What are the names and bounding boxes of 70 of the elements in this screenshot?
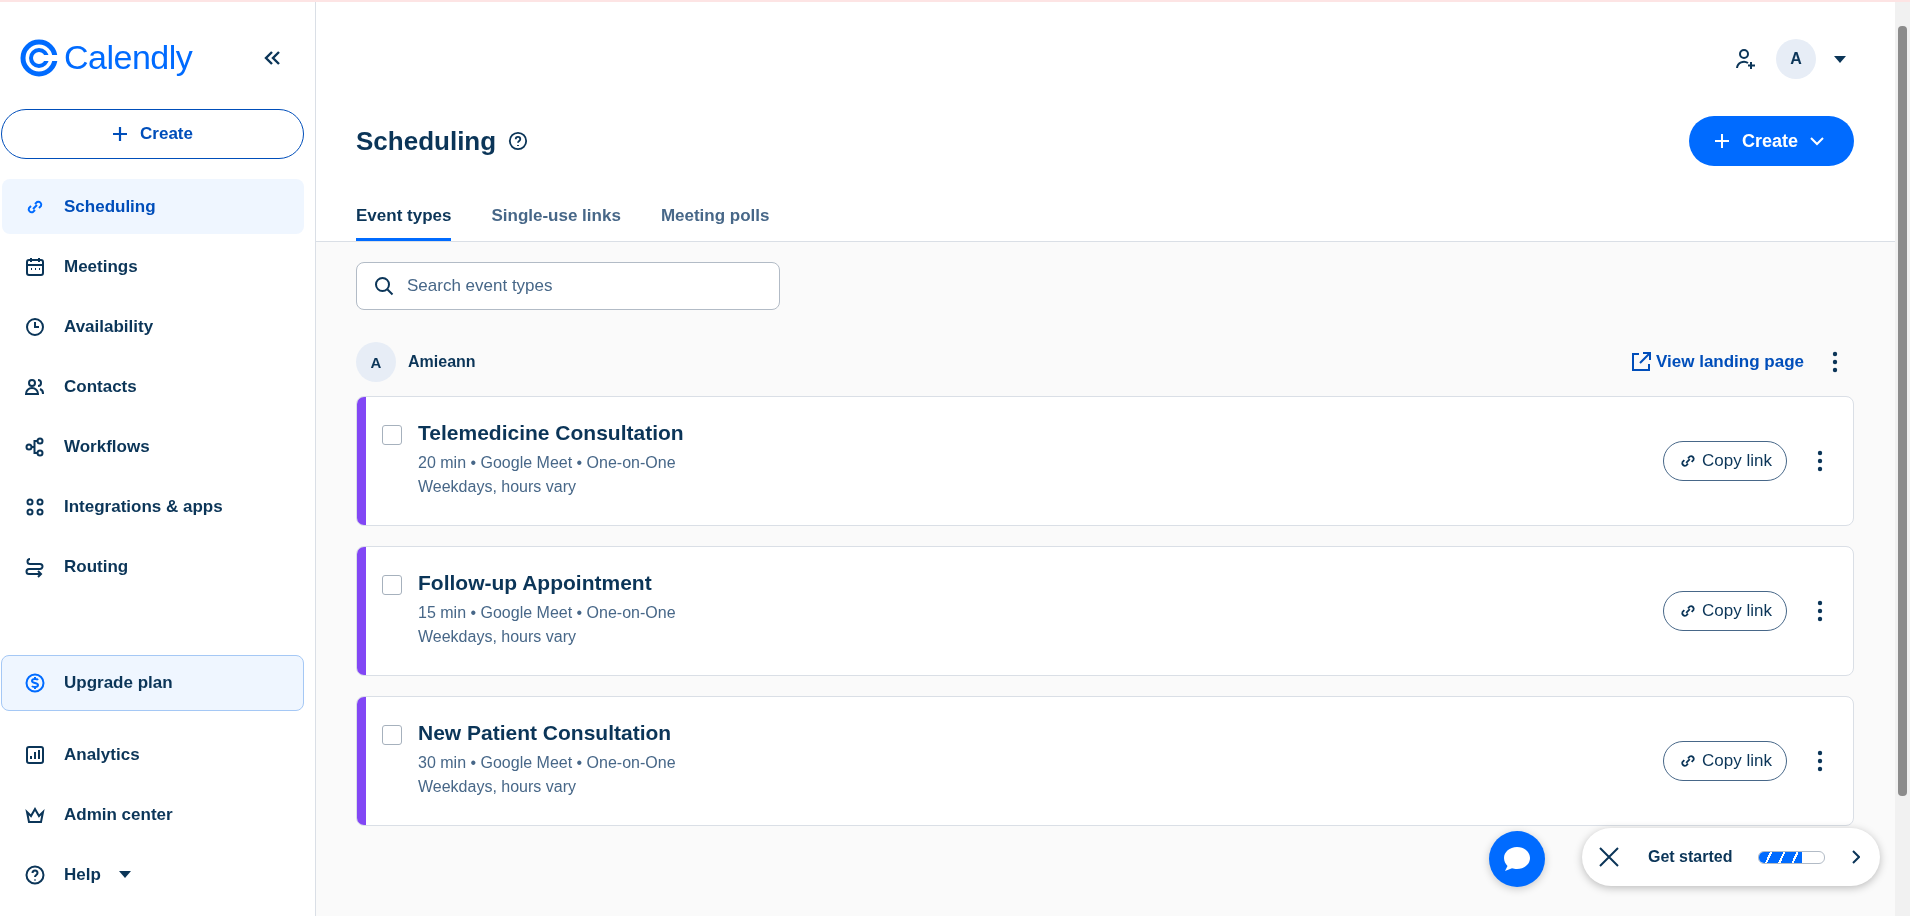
page-title: Scheduling — [356, 125, 497, 157]
nav-item[interactable]: Contacts — [2, 359, 304, 414]
more-icon[interactable] — [1817, 450, 1823, 472]
nav-item[interactable]: Analytics — [2, 727, 304, 782]
event-details: 20 min • Google Meet • One-on-One — [418, 454, 677, 472]
calendar-icon — [24, 255, 46, 278]
nav-item[interactable]: Availability — [2, 299, 304, 354]
help-icon — [24, 863, 46, 886]
close-icon[interactable] — [1598, 846, 1620, 868]
upgrade-button[interactable]: Upgrade plan — [1, 655, 304, 711]
event-type-card[interactable]: Telemedicine Consultation 20 min • Google Meet • One-on-One Weekdays, hours vary Copy link — [356, 396, 1854, 526]
tab[interactable]: Single-use links — [491, 200, 621, 241]
external-link-icon — [1630, 351, 1652, 373]
checkbox[interactable] — [382, 575, 402, 595]
chart-icon — [24, 743, 46, 766]
clock-icon — [24, 315, 46, 338]
checkbox[interactable] — [382, 725, 402, 745]
copy-link-button[interactable]: Copy link — [1663, 591, 1787, 631]
copy-link-button[interactable]: Copy link — [1663, 741, 1787, 781]
avatar[interactable]: A — [1776, 39, 1816, 79]
event-details: 15 min • Google Meet • One-on-One — [418, 604, 677, 622]
event-availability: Weekdays, hours vary — [418, 628, 577, 646]
nav-item[interactable]: Integrations & apps — [2, 479, 304, 534]
tab[interactable]: Meeting polls — [660, 200, 770, 241]
search-icon — [374, 276, 394, 296]
event-availability: Weekdays, hours vary — [418, 778, 577, 796]
nav-item[interactable]: Routing — [2, 539, 304, 594]
logo-text[interactable]: Calendly — [64, 38, 193, 77]
nav-item[interactable]: Workflows — [2, 419, 304, 474]
caret-icon — [118, 871, 131, 878]
event-availability: Weekdays, hours vary — [418, 478, 577, 496]
nav-item[interactable]: Admin center — [2, 787, 304, 842]
event-type-card[interactable]: Follow-up Appointment 15 min • Google Meet • One-on-One Weekdays, hours vary Copy link — [356, 546, 1854, 676]
event-title[interactable]: Telemedicine Consultation — [418, 421, 1648, 445]
create-button[interactable]: Create — [1688, 116, 1854, 166]
more-icon[interactable] — [1832, 351, 1838, 373]
view-landing-page-link[interactable]: View landing page — [1630, 351, 1804, 373]
tab[interactable]: Event types — [356, 200, 452, 241]
collapse-icon[interactable] — [263, 49, 281, 66]
event-type-card[interactable]: New Patient Consultation 30 min • Google Meet • One-on-One Weekdays, hours vary Copy link — [356, 696, 1854, 826]
copy-link-button[interactable]: Copy link — [1663, 441, 1787, 481]
chevron-icon[interactable] — [1852, 850, 1860, 864]
help-menu[interactable]: Help — [2, 847, 304, 902]
more-icon[interactable] — [1817, 600, 1823, 622]
search-field[interactable]: Search event types — [356, 262, 780, 310]
logo-icon — [20, 38, 58, 77]
help-icon[interactable] — [508, 131, 529, 151]
speech-bubble-icon — [1502, 845, 1532, 873]
scrollbar[interactable] — [1895, 2, 1910, 916]
create-button[interactable]: Create — [1, 109, 304, 159]
dollar-icon — [24, 672, 46, 694]
caret-icon[interactable] — [1834, 55, 1846, 63]
avatar: A — [356, 342, 396, 382]
checkbox[interactable] — [382, 425, 402, 445]
more-icon[interactable] — [1817, 750, 1823, 772]
add-person-icon[interactable] — [1734, 47, 1758, 71]
nav-item[interactable]: Scheduling — [2, 179, 304, 234]
get-started-label[interactable]: Get started — [1648, 848, 1733, 866]
route-icon — [24, 555, 46, 578]
nodes-icon — [24, 435, 46, 458]
event-details: 30 min • Google Meet • One-on-One — [418, 754, 677, 772]
owner-name: Amieann — [408, 353, 476, 371]
chevron-down-icon — [1810, 136, 1824, 146]
event-title[interactable]: New Patient Consultation — [418, 721, 1648, 745]
nav-item[interactable]: Meetings — [2, 239, 304, 294]
plus-icon — [112, 126, 129, 142]
plus-icon — [1713, 133, 1730, 149]
chat-button[interactable] — [1489, 831, 1545, 887]
progress-bar — [1758, 850, 1826, 864]
event-title[interactable]: Follow-up Appointment — [418, 571, 1648, 595]
